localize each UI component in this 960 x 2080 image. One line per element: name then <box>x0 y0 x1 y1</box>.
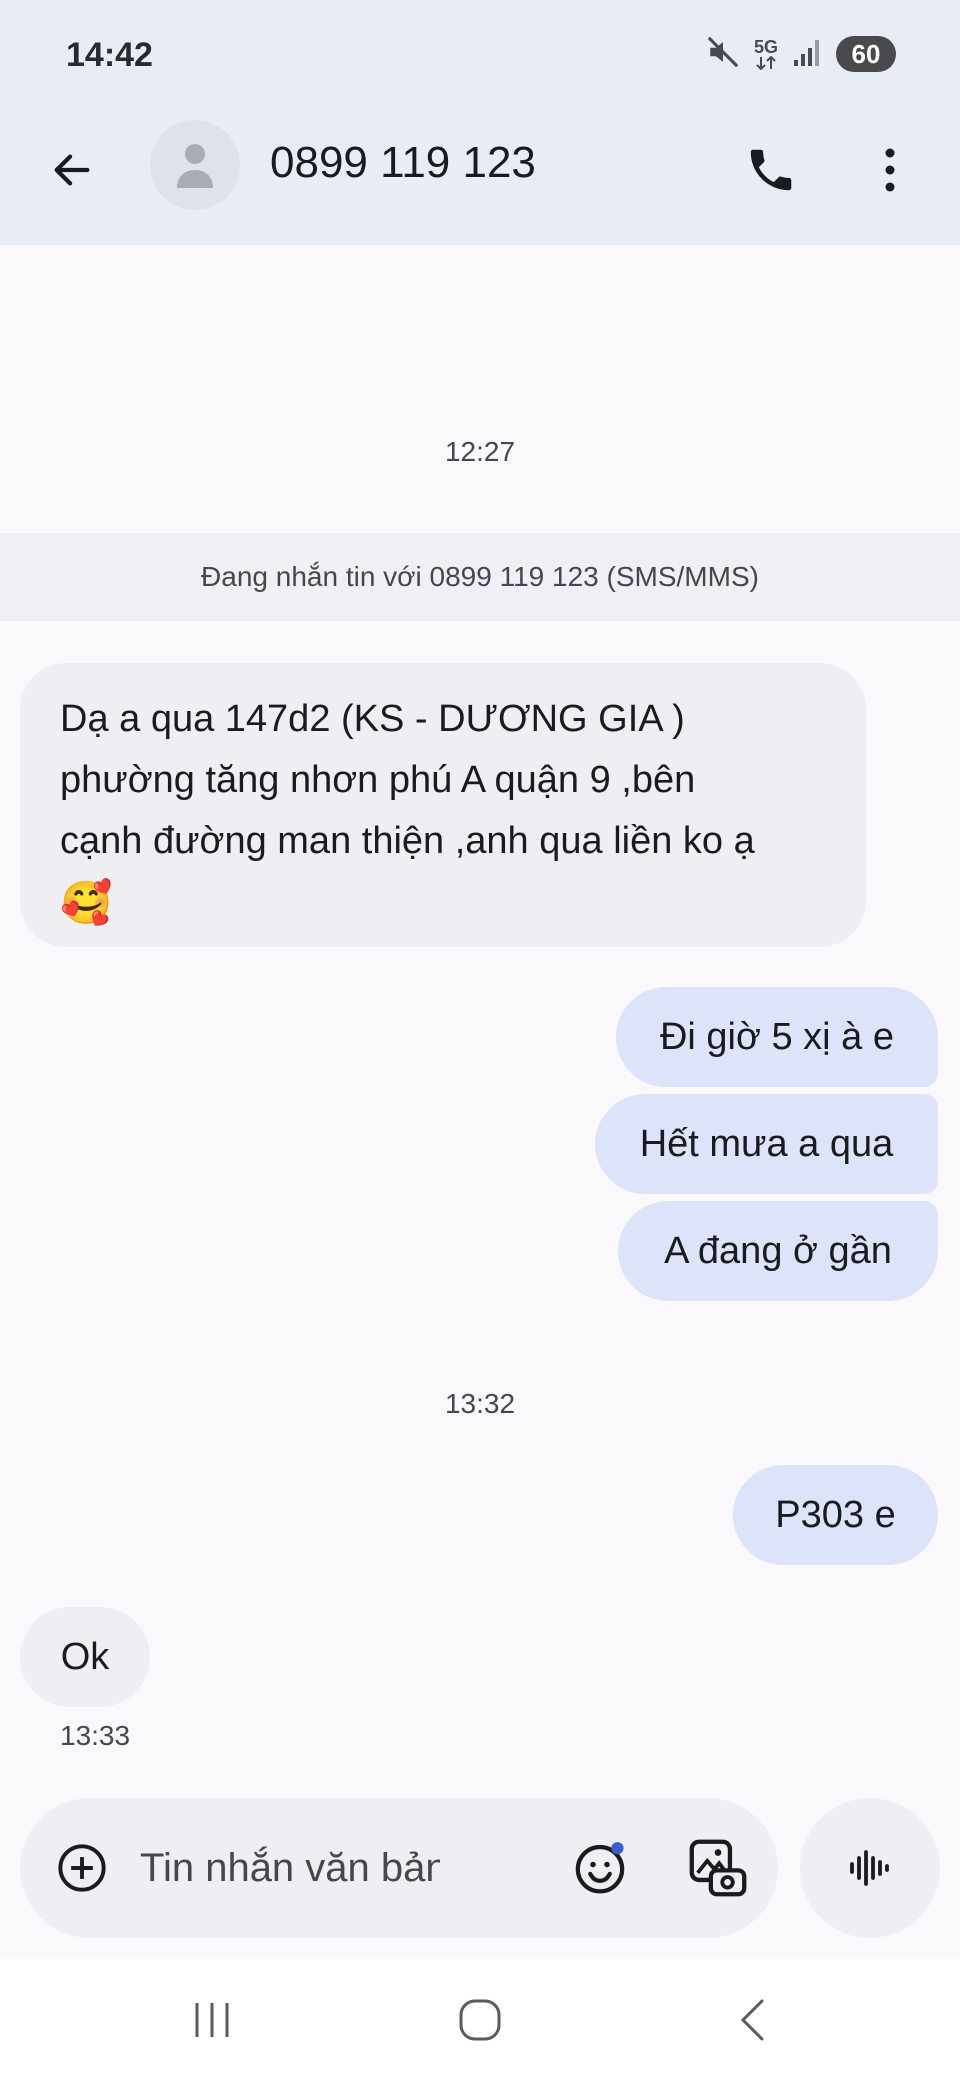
home-icon[interactable] <box>448 1992 512 2048</box>
nav-back-icon[interactable] <box>720 1992 784 2048</box>
waveform-icon[interactable] <box>800 1798 940 1938</box>
contact-name[interactable]: 0899 119 123 <box>270 138 536 188</box>
outgoing-message[interactable]: P303 e <box>733 1465 938 1565</box>
status-bar: 14:42 5G 60 <box>0 0 960 108</box>
message-line: Dạ a qua 147d2 (KS - DƯƠNG GIA ) <box>60 698 685 740</box>
contact-avatar[interactable] <box>150 120 240 210</box>
message-line: cạnh đường man thiện ,anh qua liền ko ạ <box>60 820 755 862</box>
smiling-hearts-emoji: 🥰 <box>60 879 113 926</box>
outgoing-message[interactable]: A đang ở gần <box>618 1201 938 1301</box>
sms-info-banner: Đang nhắn tin với 0899 119 123 (SMS/MMS) <box>0 533 960 621</box>
status-icons: 5G 60 <box>706 34 896 74</box>
message-composer <box>20 1798 778 1938</box>
message-line: phường tăng nhơn phú A quận 9 ,bên <box>60 759 696 801</box>
message-text: A đang ở gần <box>664 1229 892 1272</box>
message-text: Đi giờ 5 xị à e <box>659 1015 894 1058</box>
network-5g-icon: 5G <box>754 38 778 70</box>
message-text: P303 e <box>775 1493 896 1536</box>
battery-indicator: 60 <box>836 36 896 72</box>
status-time: 14:42 <box>66 36 153 74</box>
recents-icon[interactable] <box>180 1994 244 2046</box>
conversation-header: 0899 119 123 <box>0 108 960 245</box>
message-input[interactable] <box>140 1840 440 1896</box>
timestamp-divider: 13:32 <box>444 1388 516 1419</box>
person-icon <box>177 144 213 188</box>
incoming-message[interactable]: Dạ a qua 147d2 (KS - DƯƠNG GIA ) phường … <box>20 663 866 947</box>
more-vertical-icon[interactable] <box>860 138 920 202</box>
outgoing-message[interactable]: Đi giờ 5 xị à e <box>616 987 938 1087</box>
incoming-message[interactable]: Ok <box>20 1607 150 1707</box>
back-arrow-icon[interactable] <box>40 138 104 202</box>
plus-circle-icon[interactable] <box>54 1840 110 1896</box>
gallery-icon[interactable] <box>684 1834 752 1902</box>
phone-icon[interactable] <box>736 138 806 202</box>
message-timestamp: 13:33 <box>60 1720 131 1751</box>
message-text: Hết mưa a qua <box>639 1122 894 1165</box>
system-navigation-bar <box>0 1958 960 2080</box>
emoji-icon[interactable] <box>568 1836 632 1900</box>
message-text: Ok <box>60 1635 110 1678</box>
outgoing-message[interactable]: Hết mưa a qua <box>595 1094 938 1194</box>
mute-icon <box>706 35 740 74</box>
signal-icon <box>792 36 822 73</box>
timestamp-divider: 12:27 <box>444 436 516 467</box>
